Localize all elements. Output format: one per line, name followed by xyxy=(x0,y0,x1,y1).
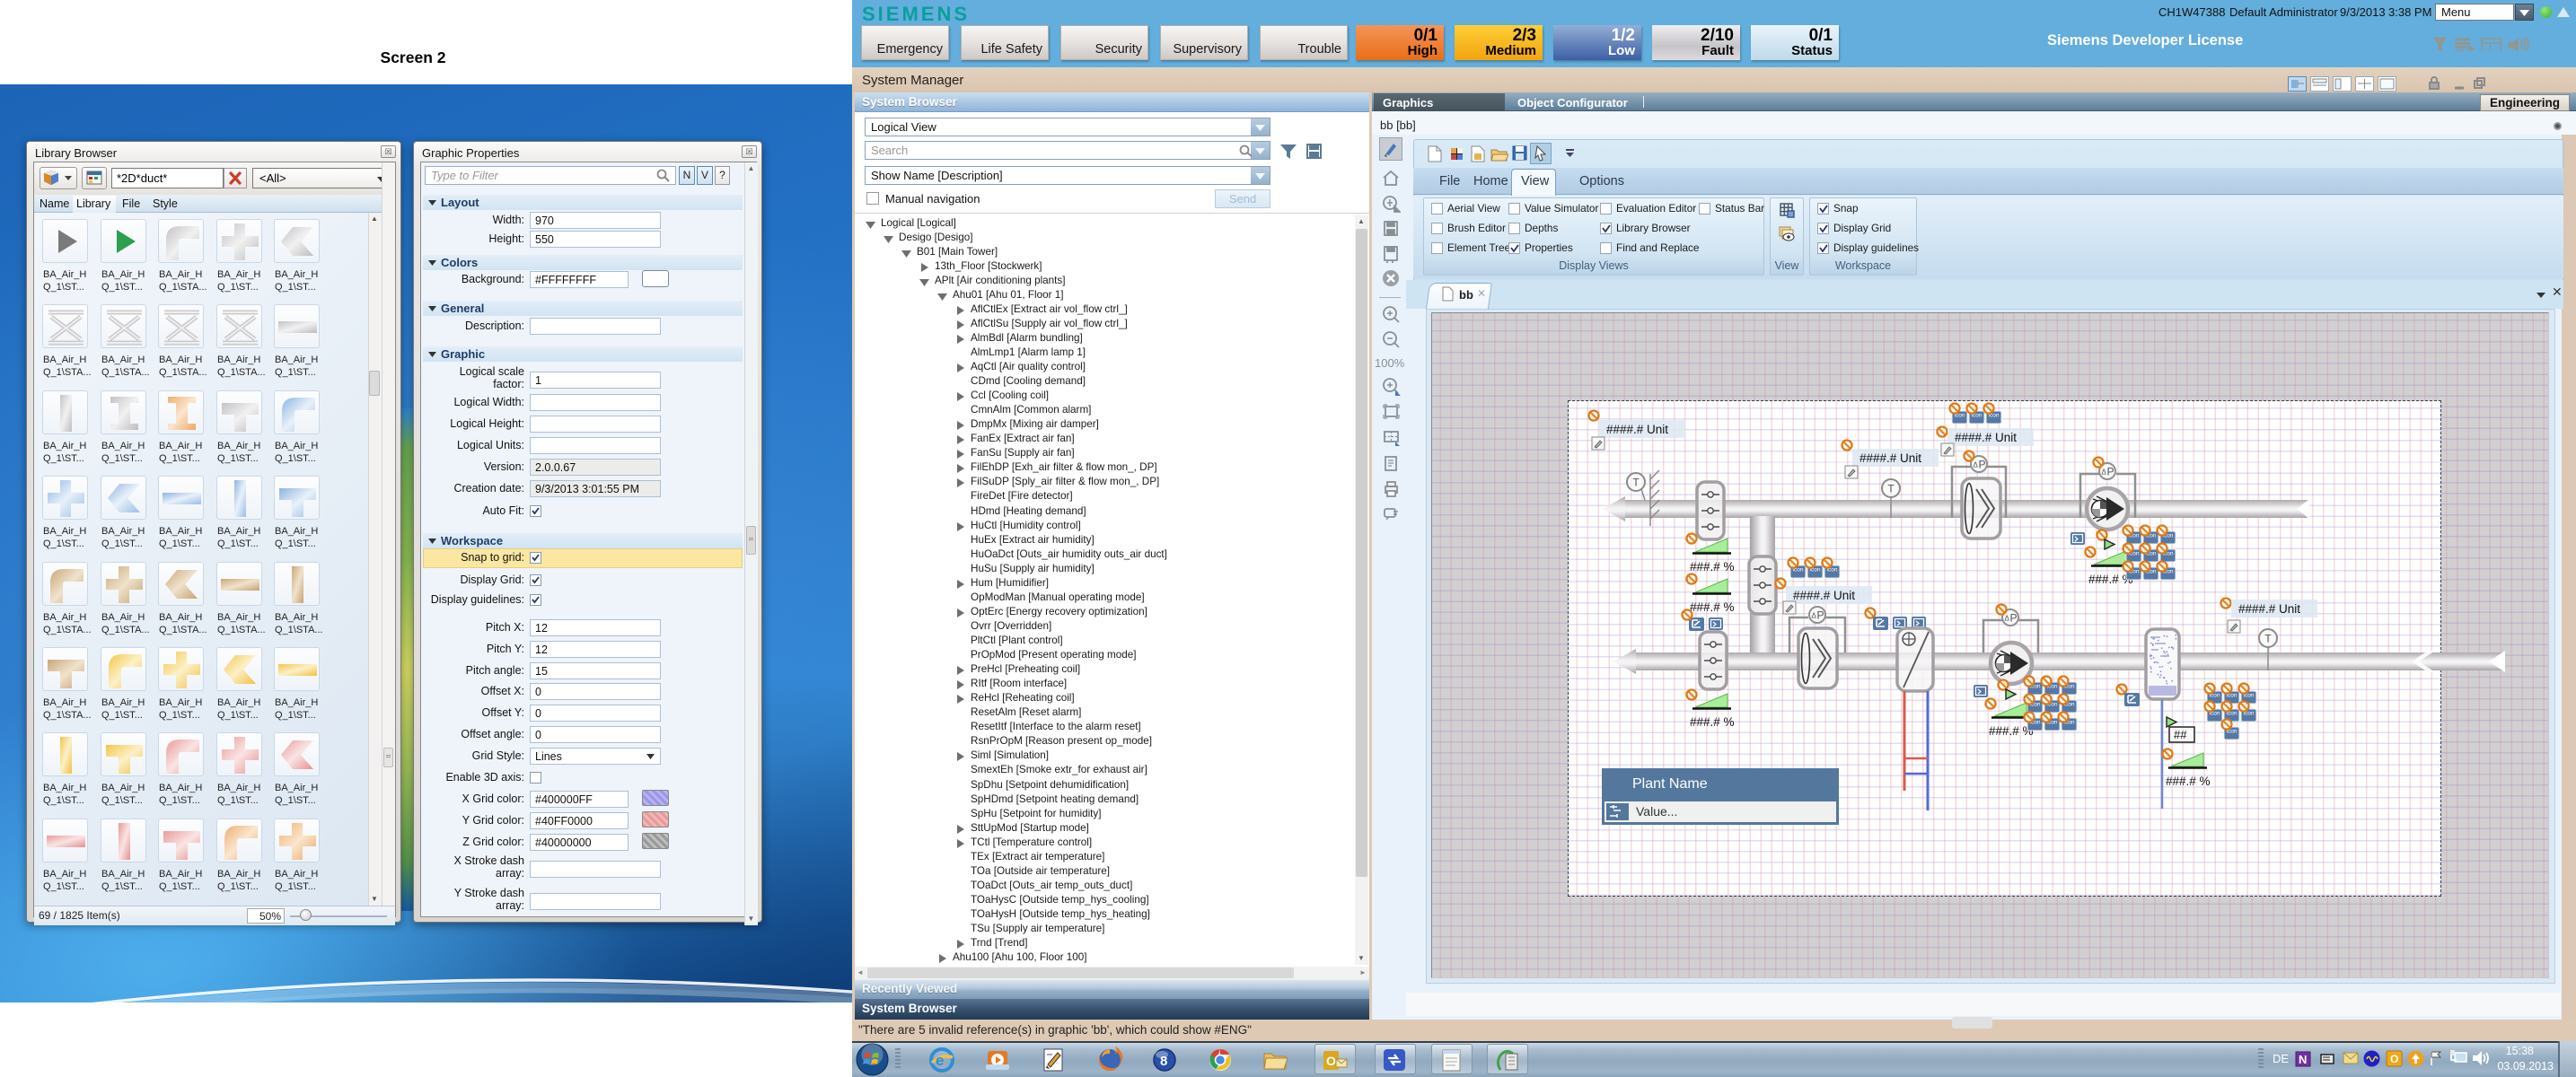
svg-text:###.# %: ###.# % xyxy=(1690,715,1735,729)
svg-text:###.# %: ###.# % xyxy=(1690,600,1735,614)
svg-text:###.# %: ###.# % xyxy=(1690,560,1735,574)
svg-text:####.# Unit: ####.# Unit xyxy=(2238,602,2300,616)
svg-text:####.# Unit: ####.# Unit xyxy=(1859,451,1921,465)
svg-text:O: O xyxy=(2390,1053,2398,1065)
svg-text:Plant Name: Plant Name xyxy=(1632,776,1708,792)
svg-text:N: N xyxy=(2299,1053,2307,1066)
svg-text:##: ## xyxy=(2174,728,2187,741)
svg-text:O: O xyxy=(1326,1054,1336,1068)
svg-text:####.# Unit: ####.# Unit xyxy=(1955,431,2017,444)
svg-text:###.# %: ###.# % xyxy=(1989,724,2034,738)
svg-text:e: e xyxy=(936,1052,944,1069)
svg-text:####.# Unit: ####.# Unit xyxy=(1606,423,1668,436)
svg-text:####.# Unit: ####.# Unit xyxy=(1793,589,1855,602)
svg-text:###.# %: ###.# % xyxy=(2166,775,2211,788)
svg-text:Value...: Value... xyxy=(1636,804,1677,819)
